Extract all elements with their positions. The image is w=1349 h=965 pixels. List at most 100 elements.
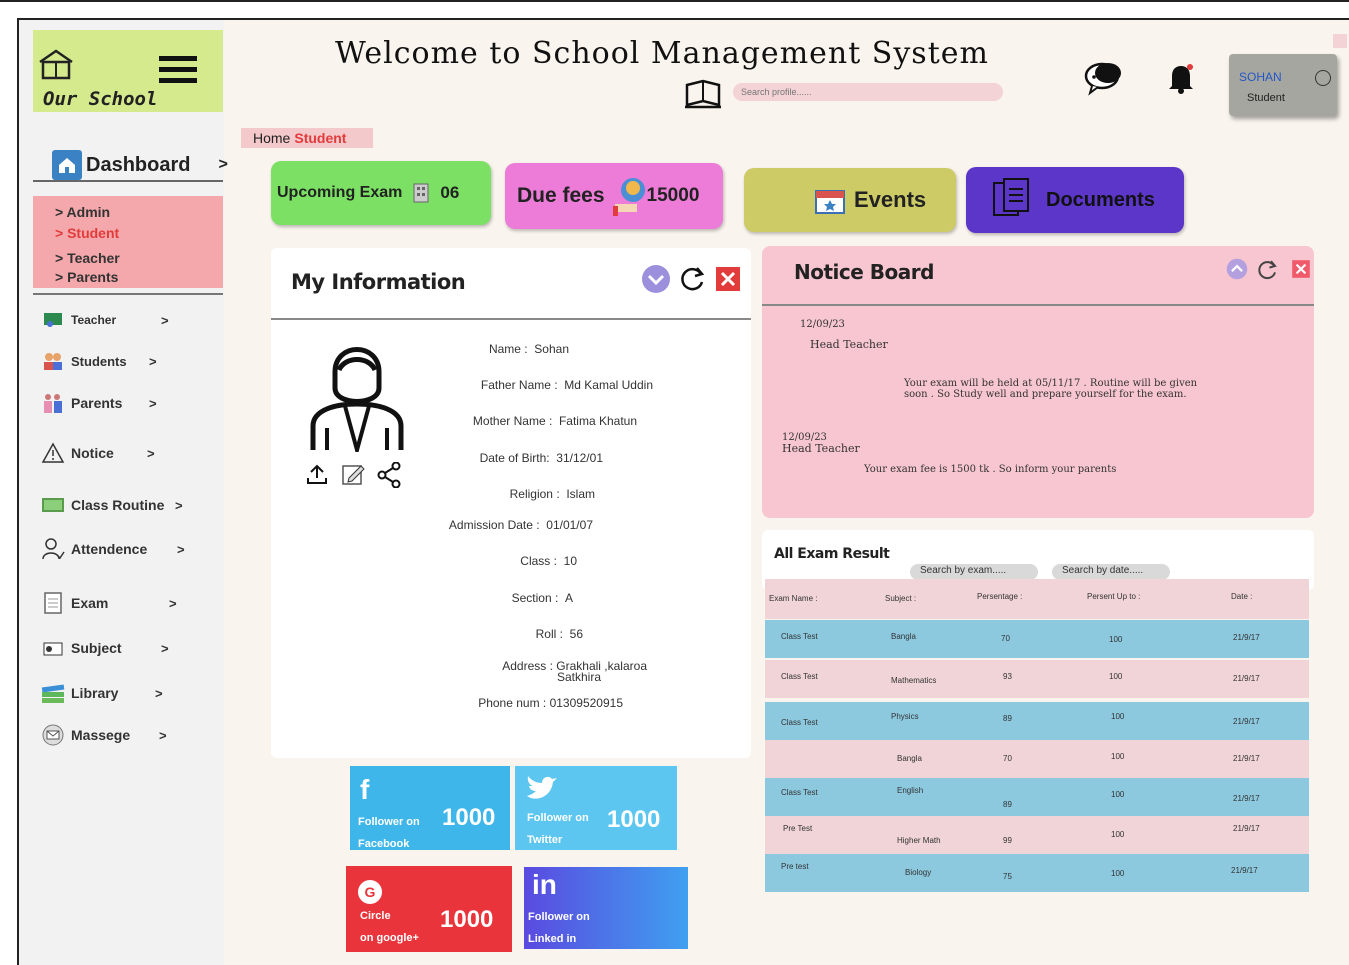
book-icon [685,79,721,109]
avatar-icon [1315,70,1331,86]
sidebar-item-attendence[interactable]: Attendence > [41,538,185,560]
divider [33,293,223,295]
collapse-icon[interactable] [641,264,671,294]
submenu-item-teacher[interactable]: > Teacher [55,250,223,271]
collapse-icon[interactable] [1226,258,1248,280]
user-role: Student [1247,92,1285,104]
panel-title: Notice Board [794,260,934,284]
sidebar-item-library[interactable]: Library > [41,682,163,704]
submenu-item-admin[interactable]: > Admin [55,204,223,225]
edit-icon[interactable] [341,462,365,486]
hamburger-menu-icon[interactable] [159,56,197,84]
documents-card[interactable]: Documents [966,167,1184,233]
facebook-icon: f [360,774,370,805]
svg-text:G: G [365,884,376,900]
facebook-count: 1000 [442,804,496,831]
chevron-right-icon: > [218,156,228,173]
info-religion: Religion : Islam [509,487,595,501]
table-row[interactable]: Class Test Physics 89 100 21/9/17 [765,702,1309,740]
info-admission-date: Admission Date : 01/01/07 [448,518,593,532]
sidebar-item-massege[interactable]: Massege > [41,724,167,746]
breadcrumb-home[interactable]: Home [253,130,290,146]
upcoming-exam-card[interactable]: Upcoming Exam 06 [271,161,491,225]
close-icon[interactable] [1290,258,1312,280]
notice-date: 12/09/23 [800,319,845,330]
top-border [0,0,1349,2]
sidebar-item-parents[interactable]: Parents > [41,392,157,414]
sidebar-item-class-routine[interactable]: Class Routine > [41,494,183,516]
user-profile-card[interactable]: SOHAN Student [1229,54,1337,116]
breadcrumb: Home Student [241,128,373,148]
sidebar-item-notice[interactable]: Notice > [41,442,155,464]
notice-author: Head Teacher [810,338,888,351]
notice-text: soon . So Study well and prepare yoursel… [904,389,1187,400]
dashboard-submenu: > Admin > Student > Teacher > Parents [33,196,223,288]
routine-icon [41,494,65,516]
home-icon [52,150,82,180]
sidebar-item-teacher[interactable]: Teacher > [41,309,169,331]
warning-icon [41,442,65,464]
info-father-name: Father Name : Md Kamal Uddin [480,378,653,392]
google-plus-tile[interactable]: G Circle on google+ 1000 [346,866,512,952]
search-input[interactable] [733,83,1003,101]
table-row[interactable]: Class Test Mathematics 93 100 21/9/17 [765,660,1309,698]
search-by-exam-input[interactable]: Search by exam..... [910,564,1038,580]
table-row[interactable]: Bangla 70 100 21/9/17 [765,740,1309,778]
linkedin-tile[interactable]: in Follower on Linked in [524,867,688,949]
linkedin-icon: in [532,869,557,900]
refresh-icon[interactable] [677,264,707,294]
bell-icon[interactable] [1167,62,1195,94]
table-row[interactable]: Pre test Biology 75 100 21/9/17 [765,854,1309,892]
upload-icon[interactable] [305,462,329,486]
divider [762,304,1314,306]
table-row[interactable]: Class Test Bangla 70 100 21/9/17 [765,620,1309,658]
due-fees-card[interactable]: Due fees 15000 [505,163,723,229]
info-mother-name: Mother Name : Fatima Khatun [472,414,637,428]
students-icon [41,350,65,372]
sidebar: Our School Dashboard > > Admin > Student… [19,20,228,965]
teacher-icon [41,309,65,331]
notice-board-panel: Notice Board 12/09/23 Head Teacher Your … [762,246,1314,518]
twitter-tile[interactable]: Follower on Twitter 1000 [515,766,677,850]
chat-icon[interactable] [1084,60,1124,96]
sidebar-item-exam[interactable]: Exam > [41,592,177,614]
calendar-icon [815,190,845,214]
info-name: Name : Sohan [488,342,569,356]
info-address-line2: Satkhira [556,670,601,684]
close-icon[interactable] [713,264,743,294]
refresh-icon[interactable] [1255,258,1279,282]
sidebar-item-students[interactable]: Students > [41,350,157,372]
events-card[interactable]: Events [744,168,956,232]
share-icon[interactable] [377,461,401,489]
sidebar-item-dashboard[interactable]: Dashboard > [52,150,228,180]
building-icon [413,183,429,203]
info-class: Class : 10 [520,554,577,568]
exam-count: 06 [440,183,460,202]
submenu-item-parents[interactable]: > Parents [55,269,223,290]
app-window: Our School Dashboard > > Admin > Student… [17,18,1349,965]
twitter-icon [527,776,557,799]
submenu-item-student[interactable]: > Student [55,225,223,246]
table-row[interactable]: Class Test English 89 100 21/9/17 [765,778,1309,816]
google-plus-count: 1000 [440,906,494,933]
sidebar-item-subject[interactable]: Subject > [41,637,169,659]
table-row[interactable]: Pre Test Higher Math 99 100 21/9/17 [765,816,1309,854]
divider [33,180,223,182]
search-by-date-input[interactable]: Search by date..... [1052,564,1170,580]
exam-icon [41,592,65,614]
panel-title: All Exam Result [774,546,890,562]
info-date-of-birth: Date of Birth: 31/12/01 [479,451,603,465]
subject-icon [41,637,65,659]
page-title: Welcome to School Management System [335,36,989,71]
table-header-row: Exam Name : Subject : Persentage : Perse… [765,579,1309,619]
books-icon [41,682,65,704]
logo-box: Our School [33,30,223,112]
user-name: SOHAN [1239,70,1282,84]
notice-text: Your exam fee is 1500 tk . So inform you… [864,464,1117,475]
facebook-tile[interactable]: f Follower on Facebook 1000 [350,766,510,850]
school-icon [39,49,73,80]
documents-icon [993,178,1029,216]
message-icon [41,724,65,746]
close-icon[interactable] [1333,34,1347,48]
info-phone: Phone num : 01309520915 [478,696,623,710]
